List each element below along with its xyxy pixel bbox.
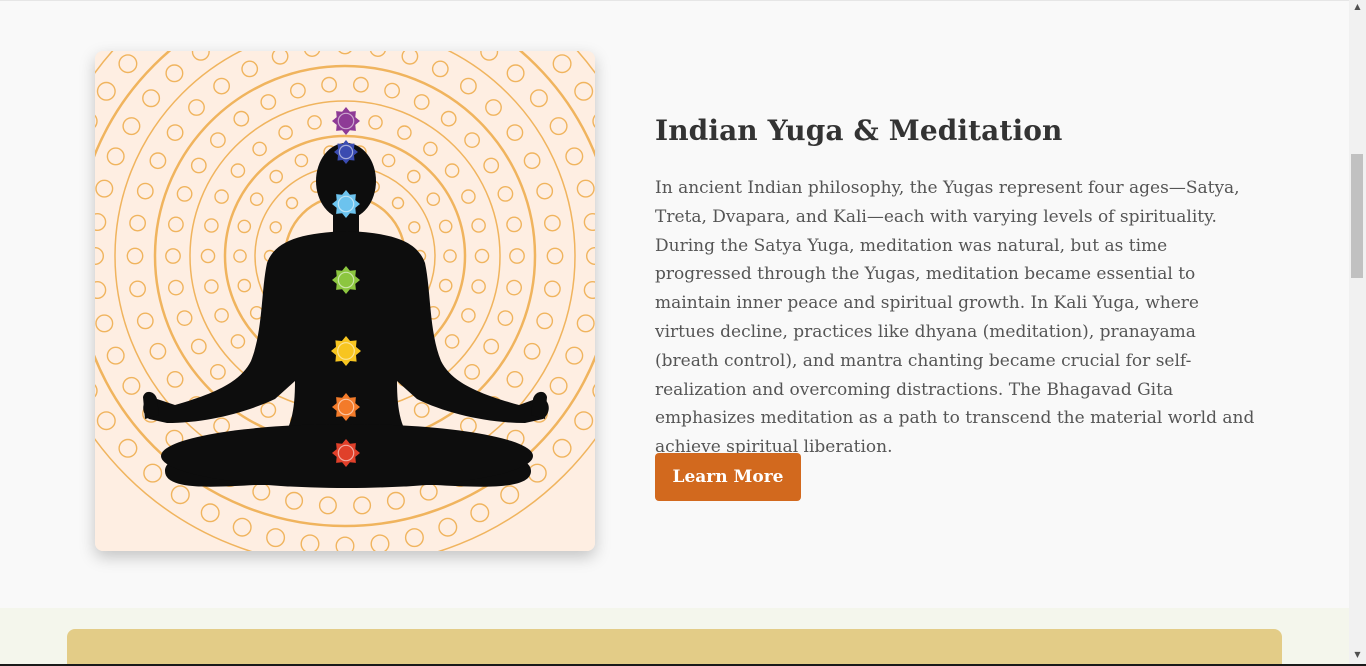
chakra-root-icon bbox=[332, 439, 360, 467]
page: Indian Yuga & Meditation In ancient Indi… bbox=[0, 0, 1366, 666]
next-section-card bbox=[67, 629, 1282, 666]
scrollbar-thumb[interactable] bbox=[1351, 154, 1363, 278]
triangle-up-icon[interactable]: ▲ bbox=[1349, 0, 1366, 14]
chakra-third-eye-icon bbox=[334, 140, 358, 164]
chakra-solar-plexus-icon bbox=[331, 336, 361, 366]
chakra-throat-icon bbox=[332, 190, 360, 218]
section-title: Indian Yuga & Meditation bbox=[655, 114, 1063, 147]
learn-more-button[interactable]: Learn More bbox=[655, 453, 801, 501]
chakra-heart-icon bbox=[332, 266, 360, 294]
next-section bbox=[0, 608, 1349, 666]
meditation-image bbox=[95, 51, 595, 551]
section-description: In ancient Indian philosophy, the Yugas … bbox=[655, 178, 1255, 458]
meditation-illustration bbox=[95, 51, 595, 551]
triangle-down-icon[interactable]: ▼ bbox=[1349, 648, 1366, 662]
chakra-sacral-icon bbox=[332, 393, 360, 421]
meditation-content: Indian Yuga & Meditation In ancient Indi… bbox=[655, 112, 1255, 501]
chakra-crown-icon bbox=[332, 107, 360, 135]
top-divider bbox=[0, 0, 1349, 1]
vertical-scrollbar[interactable]: ▲ ▼ bbox=[1349, 0, 1366, 666]
meditation-section: Indian Yuga & Meditation In ancient Indi… bbox=[0, 0, 1349, 608]
